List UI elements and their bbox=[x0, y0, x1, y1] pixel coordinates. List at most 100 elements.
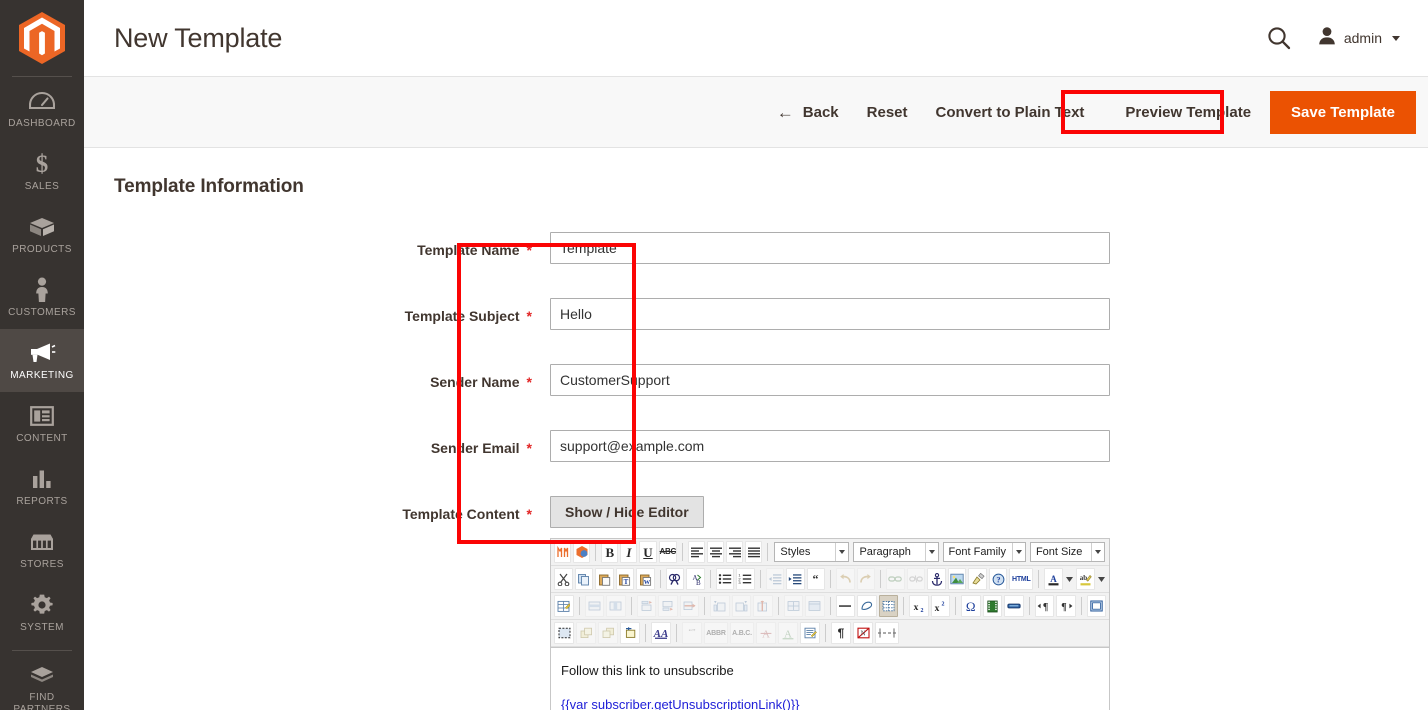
text-color-icon[interactable]: A bbox=[1044, 568, 1063, 590]
visual-chars-icon[interactable]: ¶ bbox=[831, 622, 851, 644]
column-before-icon[interactable] bbox=[710, 595, 730, 617]
strikethrough-icon[interactable]: ABC bbox=[658, 541, 677, 563]
search-icon[interactable] bbox=[1266, 25, 1292, 51]
outdent-icon[interactable] bbox=[765, 568, 785, 590]
save-template-button[interactable]: Save Template bbox=[1270, 90, 1416, 134]
html-source-icon[interactable]: HTML bbox=[1009, 568, 1034, 590]
row-before-icon[interactable] bbox=[636, 595, 656, 617]
select-area-icon[interactable] bbox=[554, 622, 574, 644]
magento-logo[interactable] bbox=[0, 0, 84, 76]
help-icon[interactable]: ? bbox=[988, 568, 1008, 590]
superscript-icon[interactable]: x 2 bbox=[930, 595, 950, 617]
bullet-list-icon[interactable] bbox=[715, 568, 735, 590]
style-props-icon[interactable]: AA bbox=[651, 622, 671, 644]
redo-icon[interactable] bbox=[856, 568, 876, 590]
numbered-list-icon[interactable]: 123 bbox=[736, 568, 755, 590]
underline-icon[interactable]: U bbox=[639, 541, 657, 563]
nonbreaking-icon[interactable]: N bbox=[853, 622, 873, 644]
editor-content-area[interactable]: Follow this link to unsubscribe {{var su… bbox=[551, 647, 1109, 710]
del-icon[interactable]: A bbox=[756, 622, 776, 644]
styles-select[interactable]: Styles bbox=[774, 542, 850, 562]
sidebar-item-products[interactable]: PRODUCTS bbox=[0, 203, 84, 266]
move-forward-icon[interactable] bbox=[576, 622, 596, 644]
copy-icon[interactable] bbox=[574, 568, 594, 590]
attributes-icon[interactable] bbox=[800, 622, 820, 644]
anchor-icon[interactable] bbox=[927, 568, 946, 590]
pagebreak-icon[interactable] bbox=[875, 622, 899, 644]
paste-word-icon[interactable]: W bbox=[636, 568, 655, 590]
magento-widget-icon[interactable] bbox=[573, 541, 591, 563]
back-button[interactable]: ← Back bbox=[763, 95, 853, 130]
background-color-icon[interactable]: ab bbox=[1076, 568, 1095, 590]
unlink-icon[interactable] bbox=[906, 568, 926, 590]
sidebar-item-marketing[interactable]: MARKETING bbox=[0, 329, 84, 392]
sidebar-item-content[interactable]: CONTENT bbox=[0, 392, 84, 455]
column-after-icon[interactable] bbox=[731, 595, 751, 617]
ltr-icon[interactable]: ¶ bbox=[1034, 595, 1054, 617]
delete-row-icon[interactable] bbox=[679, 595, 699, 617]
cleanup-icon[interactable] bbox=[968, 568, 987, 590]
sender-name-input[interactable] bbox=[550, 364, 1110, 396]
embed-icon[interactable] bbox=[1004, 595, 1024, 617]
sidebar-item-dashboard[interactable]: DASHBOARD bbox=[0, 77, 84, 140]
visual-aid-icon[interactable] bbox=[878, 595, 898, 617]
bold-icon[interactable]: B bbox=[601, 541, 619, 563]
citation-icon[interactable]: “” bbox=[682, 622, 702, 644]
media-icon[interactable] bbox=[982, 595, 1002, 617]
background-color-chevron-down-icon[interactable] bbox=[1097, 568, 1106, 590]
align-center-icon[interactable] bbox=[707, 541, 725, 563]
sidebar-item-system[interactable]: SYSTEM bbox=[0, 581, 84, 644]
indent-icon[interactable] bbox=[786, 568, 805, 590]
sidebar-item-sales[interactable]: $ SALES bbox=[0, 140, 84, 203]
abbr-icon[interactable]: ABBR bbox=[704, 622, 728, 644]
paste-icon[interactable] bbox=[595, 568, 614, 590]
font-size-select[interactable]: Font Size bbox=[1029, 542, 1105, 562]
table-cell-props-icon[interactable] bbox=[606, 595, 626, 617]
reset-button[interactable]: Reset bbox=[853, 96, 922, 129]
align-right-icon[interactable] bbox=[726, 541, 744, 563]
font-family-select[interactable]: Font Family bbox=[942, 542, 1026, 562]
horizontal-rule-icon[interactable] bbox=[835, 595, 855, 617]
editor-unsubscribe-link[interactable]: {{var subscriber.getUnsubscriptionLink()… bbox=[561, 697, 799, 710]
undo-icon[interactable] bbox=[836, 568, 855, 590]
image-icon[interactable] bbox=[947, 568, 967, 590]
split-cells-icon[interactable] bbox=[783, 595, 803, 617]
sidebar-item-reports[interactable]: REPORTS bbox=[0, 455, 84, 518]
italic-icon[interactable]: I bbox=[620, 541, 638, 563]
admin-user-menu[interactable]: admin bbox=[1318, 26, 1400, 51]
subscript-icon[interactable]: x 2 bbox=[909, 595, 929, 617]
remove-format-icon[interactable] bbox=[857, 595, 877, 617]
sidebar-item-stores[interactable]: STORES bbox=[0, 518, 84, 581]
acronym-icon[interactable]: A.B.C. bbox=[730, 622, 754, 644]
insert-layer-icon[interactable] bbox=[620, 622, 640, 644]
move-backward-icon[interactable] bbox=[598, 622, 618, 644]
special-char-icon[interactable]: Ω bbox=[961, 595, 981, 617]
preview-template-button[interactable]: Preview Template bbox=[1112, 94, 1264, 131]
row-after-icon[interactable] bbox=[658, 595, 678, 617]
rtl-icon[interactable]: ¶ bbox=[1056, 595, 1076, 617]
find-replace-icon[interactable]: A B bbox=[686, 568, 705, 590]
delete-column-icon[interactable] bbox=[753, 595, 773, 617]
merge-cells-icon[interactable] bbox=[805, 595, 825, 617]
sender-email-input[interactable] bbox=[550, 430, 1110, 462]
sidebar-item-customers[interactable]: CUSTOMERS bbox=[0, 266, 84, 329]
insert-table-icon[interactable] bbox=[554, 595, 574, 617]
template-subject-input[interactable] bbox=[550, 298, 1110, 330]
template-name-input[interactable] bbox=[550, 232, 1110, 264]
magento-variable-icon[interactable] bbox=[554, 541, 572, 563]
paste-text-icon[interactable]: T bbox=[615, 568, 635, 590]
blockquote-icon[interactable]: “ bbox=[806, 568, 826, 590]
ins-icon[interactable]: A bbox=[778, 622, 798, 644]
text-color-chevron-down-icon[interactable] bbox=[1065, 568, 1074, 590]
convert-to-plain-text-button[interactable]: Convert to Plain Text bbox=[922, 96, 1099, 129]
paragraph-format-select[interactable]: Paragraph bbox=[853, 542, 939, 562]
sidebar-item-find-partners[interactable]: FIND PARTNERS & EXTENSIONS bbox=[0, 651, 84, 710]
find-icon[interactable] bbox=[665, 568, 685, 590]
align-justify-icon[interactable] bbox=[745, 541, 763, 563]
link-icon[interactable] bbox=[886, 568, 905, 590]
fullscreen-icon[interactable] bbox=[1086, 595, 1106, 617]
show-hide-editor-button[interactable]: Show / Hide Editor bbox=[550, 496, 704, 528]
table-row-props-icon[interactable] bbox=[584, 595, 604, 617]
cut-icon[interactable] bbox=[554, 568, 573, 590]
align-left-icon[interactable] bbox=[687, 541, 706, 563]
